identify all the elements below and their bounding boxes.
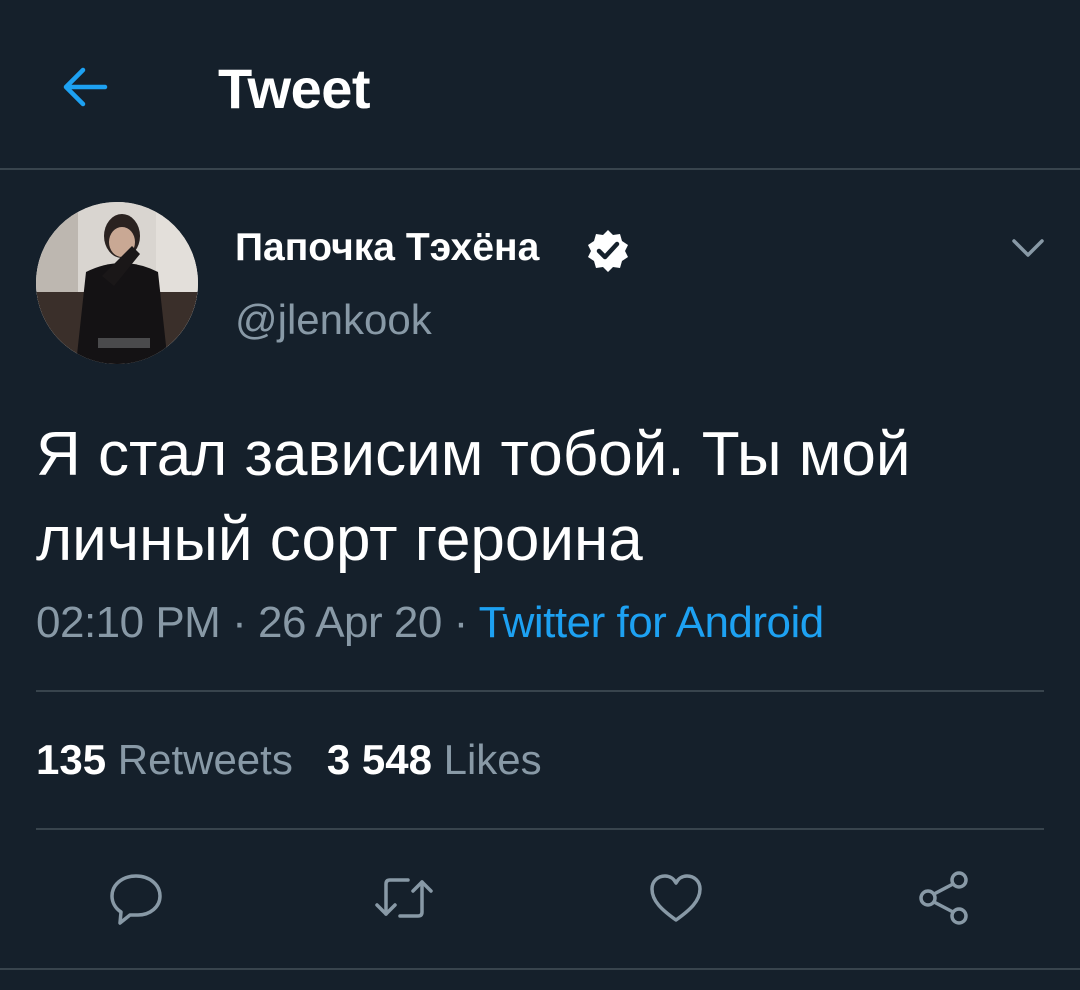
avatar[interactable] [36, 202, 198, 364]
reply-icon [110, 874, 162, 925]
tweet-meta: 02:10 PM · 26 Apr 20 · Twitter for Andro… [36, 598, 824, 648]
verified-badge-icon [588, 230, 628, 272]
tweet-time: 02:10 PM [36, 598, 221, 647]
tweet-source-link[interactable]: Twitter for Android [479, 598, 825, 647]
divider [0, 968, 1080, 970]
tweet-date: 26 Apr 20 [257, 598, 442, 647]
meta-separator: · [453, 598, 469, 647]
divider [36, 690, 1044, 692]
likes-count: 3 548 [326, 736, 432, 783]
arrow-left-icon [63, 67, 108, 107]
tweet-text: Я стал зависим тобой. Ты мой личный сорт… [36, 412, 1046, 582]
tweet-options-button[interactable] [1004, 228, 1052, 268]
retweets-stat[interactable]: 135 Retweets [36, 736, 293, 783]
share-icon [919, 871, 968, 925]
tweet-text-line: Я стал зависим тобой. Ты мой [36, 420, 911, 489]
likes-stat[interactable]: 3 548 Likes [327, 736, 542, 783]
tweet-detail-screen: Tweet Папочка Тэхёна @jlenkook Я стал за… [0, 0, 1080, 990]
retweet-icon [375, 878, 433, 918]
profile-photo [36, 202, 198, 364]
reply-button[interactable] [104, 866, 168, 930]
retweets-count: 135 [36, 736, 107, 783]
like-icon [650, 874, 702, 922]
author-display-name[interactable]: Папочка Тэхёна [235, 226, 539, 270]
page-title: Tweet [218, 57, 371, 120]
meta-separator: · [232, 598, 247, 647]
like-button[interactable] [644, 866, 708, 930]
likes-label: Likes [443, 736, 542, 783]
tweet-stats: 135 Retweets 3 548 Likes [36, 736, 542, 784]
chevron-down-icon [1012, 239, 1044, 257]
top-bar: Tweet [0, 0, 1080, 170]
retweet-button[interactable] [372, 866, 436, 930]
divider [36, 828, 1044, 830]
share-button[interactable] [912, 866, 976, 930]
retweets-label: Retweets [117, 736, 293, 783]
tweet-text-line: личный сорт героина [36, 505, 643, 574]
back-button[interactable] [50, 52, 120, 122]
author-handle[interactable]: @jlenkook [235, 296, 432, 344]
